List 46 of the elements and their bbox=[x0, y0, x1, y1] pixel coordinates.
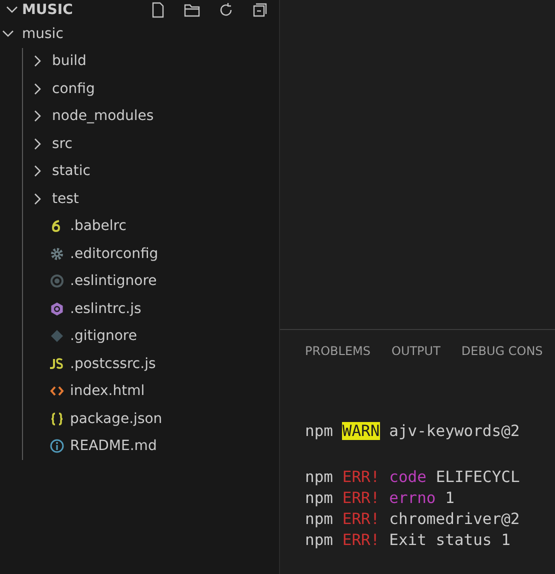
file-item[interactable]: .eslintrc.js bbox=[30, 295, 279, 322]
error-label: ERR! bbox=[342, 530, 380, 548]
terminal-text: code bbox=[389, 468, 426, 486]
file-item[interactable]: .gitignore bbox=[30, 322, 279, 350]
terminal-text: 1 bbox=[445, 488, 455, 506]
warning-label: WARN bbox=[342, 422, 380, 440]
error-label: ERR! bbox=[342, 510, 380, 528]
file-item[interactable]: .postcssrc.js bbox=[30, 350, 279, 378]
panel-tab[interactable]: DEBUG CONS bbox=[461, 342, 543, 364]
circle-icon bbox=[50, 274, 64, 288]
file-item[interactable]: .eslintignore bbox=[30, 268, 279, 295]
folder-item[interactable]: music bbox=[0, 20, 279, 48]
terminal-text: errno bbox=[389, 488, 436, 506]
braces-icon bbox=[50, 412, 64, 426]
terminal-text: chromedriver@2 bbox=[389, 510, 520, 528]
hexagon-icon bbox=[50, 302, 64, 316]
folder-item[interactable]: node_modules bbox=[30, 102, 279, 130]
terminal-text: npm bbox=[305, 422, 333, 440]
code-brackets-icon bbox=[50, 384, 64, 398]
diamond-icon bbox=[50, 329, 64, 344]
terminal-text: npm bbox=[305, 488, 333, 506]
file-item[interactable]: index.html bbox=[30, 378, 279, 405]
folder-item[interactable]: static bbox=[30, 158, 279, 185]
error-label: ERR! bbox=[342, 468, 380, 486]
panel-tab[interactable]: PROBLEMS bbox=[305, 342, 370, 364]
terminal-text: Exit status 1 bbox=[389, 530, 510, 548]
file-item[interactable]: README.md bbox=[30, 432, 279, 460]
file-item[interactable]: .editorconfig bbox=[30, 240, 279, 268]
file-item[interactable]: package.json bbox=[30, 405, 279, 432]
error-label: ERR! bbox=[342, 488, 380, 506]
terminal-text: npm bbox=[305, 530, 333, 548]
section-title: MUSIC bbox=[22, 2, 74, 18]
folder-item[interactable]: build bbox=[30, 48, 279, 75]
gear-icon bbox=[50, 246, 64, 261]
folder-item[interactable]: test bbox=[30, 185, 279, 212]
terminal-text: ajv-keywords@2 bbox=[389, 422, 520, 440]
collapse-icon[interactable] bbox=[251, 1, 269, 19]
file-item[interactable]: .babelrc bbox=[30, 212, 279, 240]
folder-item[interactable]: src bbox=[30, 130, 279, 158]
terminal-text: npm bbox=[305, 510, 333, 528]
terminal-text: ELIFECYCL bbox=[436, 468, 520, 486]
info-icon bbox=[50, 439, 64, 454]
js-icon bbox=[48, 358, 64, 370]
panel-tab[interactable]: OUTPUT bbox=[392, 342, 440, 364]
terminal-text: npm bbox=[305, 468, 333, 486]
folder-item[interactable]: config bbox=[30, 75, 279, 102]
